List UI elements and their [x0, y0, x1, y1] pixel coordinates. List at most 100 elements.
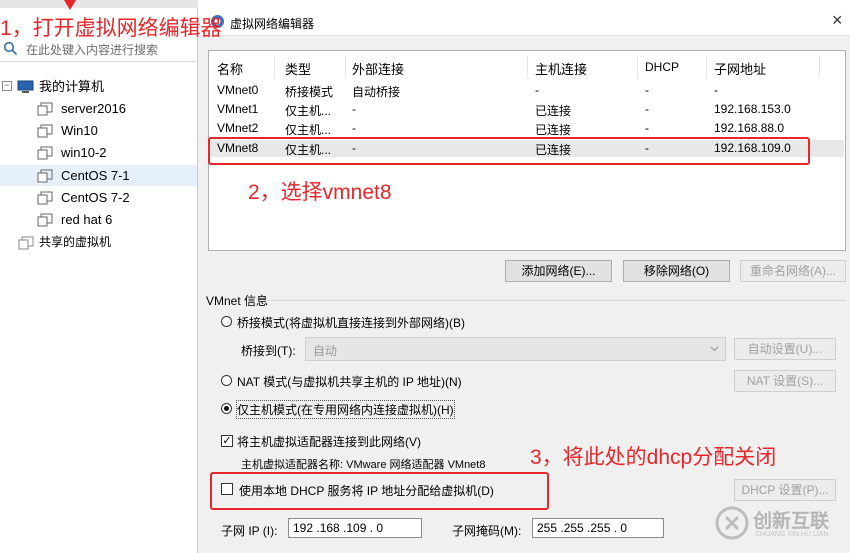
bridge-to-value: 自动: [313, 344, 338, 358]
group-divider: [264, 300, 846, 301]
column-divider: [706, 56, 707, 78]
tree-item-label: CentOS 7-1: [61, 168, 130, 183]
computer-icon: [17, 80, 34, 93]
column-header[interactable]: DHCP: [645, 60, 679, 74]
cell-host: -: [535, 83, 539, 97]
cell-type: 桥接模式: [285, 85, 334, 99]
column-divider: [345, 56, 346, 78]
cell-external: -: [352, 102, 356, 116]
column-divider: [637, 56, 638, 78]
vm-icon: [37, 146, 53, 160]
annotation-step2: 2，选择vmnet8: [248, 181, 392, 204]
library-top-strip: [0, 0, 198, 8]
nat-settings-button[interactable]: NAT 设置(S)...: [734, 370, 836, 392]
cell-subnet: -: [714, 83, 718, 97]
watermark-sub: CHUANG XIN HU LIAN: [755, 531, 829, 538]
cell-subnet: 192.168.88.0: [714, 121, 785, 135]
column-divider: [527, 56, 528, 78]
vm-tree: − 我的计算机 server2016 Win10 win10-2 CentOS …: [0, 76, 197, 266]
dialog-titlebar: 虚拟网络编辑器 ×: [198, 8, 850, 36]
annotation-box-dhcp: [210, 472, 549, 510]
tree-item-vm[interactable]: red hat 6: [0, 209, 197, 230]
tree-item-vm[interactable]: CentOS 7-2: [0, 187, 197, 208]
tree-item-label: CentOS 7-2: [61, 190, 130, 205]
host-only-mode-label[interactable]: 仅主机模式(在专用网络内连接虚拟机)(H): [236, 400, 455, 419]
cell-name: VMnet0: [217, 83, 259, 97]
tree-item-shared-vms[interactable]: 共享的虚拟机: [0, 232, 197, 253]
close-icon[interactable]: ×: [832, 10, 843, 31]
tree-item-label: Win10: [61, 123, 98, 138]
watermark-name: 创新互联: [753, 511, 830, 532]
vm-icon: [37, 169, 53, 183]
column-header[interactable]: 名称: [217, 59, 243, 78]
tree-item-vm-selected[interactable]: CentOS 7-1: [0, 165, 197, 186]
add-network-button[interactable]: 添加网络(E)...: [505, 260, 612, 282]
tree-item-vm[interactable]: win10-2: [0, 142, 197, 163]
cell-external: -: [352, 121, 356, 135]
rename-network-button[interactable]: 重命名网络(A)...: [740, 260, 846, 282]
remove-network-button[interactable]: 移除网络(O): [623, 260, 730, 282]
table-row[interactable]: VMnet0 桥接模式 自动桥接 - - -: [210, 83, 844, 99]
table-row[interactable]: VMnet2 仅主机... - 已连接 - 192.168.88.0: [210, 121, 844, 137]
cell-type: 仅主机...: [285, 104, 332, 118]
tree-item-label: 我的计算机: [39, 79, 105, 94]
column-header[interactable]: 主机连接: [535, 59, 587, 78]
cell-dhcp: -: [645, 102, 649, 116]
vm-icon: [37, 191, 53, 205]
vm-icon: [37, 102, 53, 116]
column-divider: [819, 56, 820, 78]
brand-logo-icon: [715, 506, 749, 540]
cell-host: 已连接: [535, 123, 572, 137]
annotation-step3: 3，将此处的dhcp分配关闭: [530, 446, 777, 469]
subnet-mask-input[interactable]: 255 .255 .255 . 0: [532, 518, 664, 538]
tree-item-vm[interactable]: Win10: [0, 120, 197, 141]
bridge-to-select[interactable]: 自动: [305, 337, 726, 361]
cell-name: VMnet1: [217, 102, 259, 116]
cell-external: 自动桥接: [352, 85, 401, 99]
column-header[interactable]: 外部连接: [352, 59, 404, 78]
bridge-mode-radio[interactable]: [221, 316, 232, 327]
vm-icon: [37, 124, 53, 138]
tree-item-label: red hat 6: [61, 212, 113, 227]
connect-adapter-checkbox[interactable]: ✓: [221, 435, 233, 447]
column-divider: [274, 56, 275, 78]
column-header[interactable]: 类型: [285, 59, 311, 78]
chevron-down-icon: [710, 346, 719, 352]
bridge-to-label: 桥接到(T):: [241, 344, 296, 358]
annotation-arrow-icon: [64, 0, 76, 10]
annotation-step1: 1，打开虚拟网络编辑器: [0, 17, 222, 40]
search-input[interactable]: 在此处键入内容进行搜索: [26, 41, 158, 58]
tree-item-label: win10-2: [61, 145, 107, 160]
annotation-box-vmnet8: [208, 137, 810, 165]
vmnet-info-title: VMnet 信息: [206, 294, 269, 308]
cell-dhcp: -: [645, 83, 649, 97]
search-icon: [3, 41, 18, 56]
subnet-ip-label: 子网 IP (I):: [221, 524, 278, 538]
shared-vm-icon: [18, 236, 34, 250]
dialog-title: 虚拟网络编辑器: [230, 17, 315, 31]
subnet-mask-label: 子网掩码(M):: [452, 524, 522, 538]
nat-mode-label[interactable]: NAT 模式(与虚拟机共享主机的 IP 地址)(N): [237, 373, 462, 390]
vm-icon: [37, 213, 53, 227]
collapse-icon[interactable]: −: [2, 81, 12, 91]
cell-subnet: 192.168.153.0: [714, 102, 791, 116]
host-only-mode-radio[interactable]: [221, 403, 232, 414]
bridge-mode-label[interactable]: 桥接模式(将虚拟机直接连接到外部网络)(B): [237, 314, 465, 331]
cell-name: VMnet2: [217, 121, 259, 135]
adapter-name-text: 主机虚拟适配器名称: VMware 网络适配器 VMnet8: [241, 459, 486, 471]
nat-mode-radio[interactable]: [221, 375, 232, 386]
cell-dhcp: -: [645, 121, 649, 135]
tree-item-vm[interactable]: server2016: [0, 98, 197, 119]
tree-item-my-computer[interactable]: − 我的计算机: [0, 76, 197, 97]
column-header[interactable]: 子网地址: [714, 59, 766, 78]
cell-host: 已连接: [535, 104, 572, 118]
table-row[interactable]: VMnet1 仅主机... - 已连接 - 192.168.153.0: [210, 102, 844, 118]
watermark-logo: 创新互联 CHUANG XIN HU LIAN: [715, 502, 845, 548]
subnet-ip-input[interactable]: 192 .168 .109 . 0: [288, 518, 422, 538]
auto-settings-button[interactable]: 自动设置(U)...: [734, 338, 836, 360]
tree-item-label: 共享的虚拟机: [39, 235, 112, 249]
cell-type: 仅主机...: [285, 123, 332, 137]
connect-adapter-label[interactable]: 将主机虚拟适配器连接到此网络(V): [237, 433, 421, 450]
dhcp-settings-button[interactable]: DHCP 设置(P)...: [734, 479, 836, 501]
tree-item-label: server2016: [61, 101, 127, 116]
